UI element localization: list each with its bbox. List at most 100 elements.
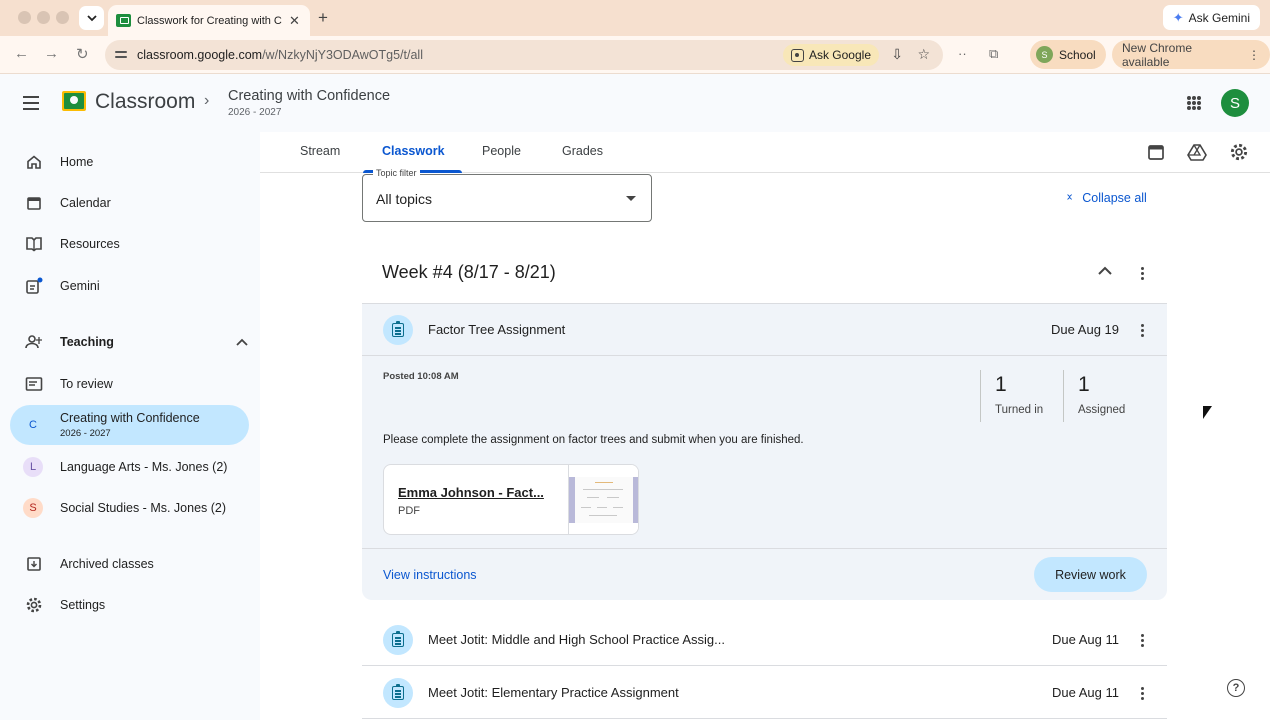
assignment-due: Due Aug 11 — [1052, 632, 1119, 647]
class-avatar: L — [23, 457, 43, 477]
main-menu-icon[interactable] — [23, 96, 39, 114]
chrome-update-button[interactable]: New Chrome available ⋮ — [1112, 40, 1270, 69]
class-section: 2026 - 2027 — [228, 107, 282, 118]
classroom-logo-icon[interactable] — [62, 91, 86, 111]
reload-icon[interactable]: ↻ — [76, 45, 89, 63]
classwork-main: Topic filter All topics ⌄ ⌃ Collapse all … — [260, 168, 1270, 720]
sidebar-item-home[interactable]: Home — [10, 142, 249, 182]
install-app-icon[interactable]: ⇩ — [891, 46, 903, 63]
sidebar-class-social-studies[interactable]: S Social Studies - Ms. Jones (2) — [10, 488, 249, 528]
browser-tab-strip: Classwork for Creating with C ✕ + ✦ Ask … — [0, 0, 1270, 36]
tab-grades[interactable]: Grades — [562, 144, 603, 158]
divider — [980, 370, 981, 422]
extension-indicator-icon[interactable]: ·· — [958, 46, 967, 61]
sidebar-item-gemini[interactable]: Gemini — [10, 266, 249, 306]
sidebar-item-archived[interactable]: Archived classes — [10, 544, 249, 584]
topic-filter-value: All topics — [376, 191, 433, 207]
bookmark-star-icon[interactable]: ☆ — [917, 46, 930, 63]
view-instructions-link[interactable]: View instructions — [383, 568, 477, 582]
assignment-more-icon[interactable] — [1141, 634, 1145, 649]
site-settings-icon[interactable] — [115, 49, 129, 61]
topic-filter-label: Topic filter — [373, 168, 420, 178]
more-vert-icon: ⋮ — [1248, 47, 1260, 62]
brand-name[interactable]: Classroom — [95, 90, 195, 114]
chevron-up-icon[interactable] — [1098, 262, 1112, 280]
gear-icon — [25, 596, 43, 614]
sidebar-item-label: Resources — [60, 237, 120, 251]
turned-in-count[interactable]: 1 — [995, 373, 1007, 397]
sidebar-class-sub: 2026 - 2027 — [60, 428, 111, 439]
collapse-icon: ⌄ ⌃ — [1065, 188, 1075, 208]
chevron-up-icon[interactable] — [236, 335, 248, 349]
assignment-more-icon[interactable] — [1141, 324, 1145, 339]
sidebar-item-label: Gemini — [60, 279, 100, 293]
back-arrow-icon[interactable]: ← — [14, 45, 29, 62]
google-calendar-icon[interactable] — [1147, 143, 1165, 166]
topic-more-icon[interactable] — [1141, 267, 1145, 282]
list-item[interactable]: Meet Jotit: Elementary Practice Assignme… — [362, 667, 1167, 719]
collapse-all-button[interactable]: ⌄ ⌃ Collapse all — [1065, 188, 1147, 208]
classroom-favicon-icon — [116, 14, 131, 27]
url-domain: classroom.google.com — [137, 48, 263, 62]
topic-filter-select[interactable]: Topic filter All topics — [362, 168, 652, 222]
topic-title: Week #4 (8/17 - 8/21) — [382, 262, 556, 282]
review-work-button[interactable]: Review work — [1034, 557, 1147, 592]
sidebar-class-creating-with-confidence[interactable]: C Creating with Confidence 2026 - 2027 — [10, 405, 249, 445]
turned-in-label[interactable]: Turned in — [995, 404, 1043, 416]
attachment-card[interactable]: Emma Johnson - Fact... PDF — [383, 464, 639, 535]
sidebar-class-label: Creating with Confidence — [60, 411, 200, 425]
window-close-button[interactable] — [18, 11, 31, 24]
sidebar-item-to-review[interactable]: To review — [10, 364, 249, 404]
url-text[interactable]: classroom.google.com/w/NzkyNjY3ODAwOTg5/… — [137, 48, 423, 62]
calendar-icon — [25, 194, 43, 212]
tab-search-button[interactable] — [79, 6, 104, 30]
window-zoom-button[interactable] — [56, 11, 69, 24]
new-tab-button[interactable]: + — [318, 8, 328, 28]
assignment-title[interactable]: Meet Jotit: Elementary Practice Assignme… — [428, 685, 679, 700]
google-drive-icon[interactable] — [1187, 143, 1207, 166]
list-item[interactable]: Meet Jotit: Middle and High School Pract… — [362, 614, 1167, 666]
assignment-title[interactable]: Factor Tree Assignment — [428, 322, 565, 337]
assignment-header-row[interactable]: Factor Tree Assignment Due Aug 19 — [362, 304, 1167, 356]
extensions-puzzle-icon[interactable]: ⧉ — [989, 46, 998, 62]
class-settings-gear-icon[interactable] — [1229, 142, 1249, 167]
ask-gemini-button[interactable]: ✦ Ask Gemini — [1162, 5, 1260, 30]
forward-arrow-icon[interactable]: → — [44, 45, 59, 62]
to-review-icon — [25, 375, 43, 393]
attachment-thumbnail[interactable] — [568, 465, 638, 534]
teaching-people-icon — [25, 333, 43, 351]
address-bar[interactable]: classroom.google.com/w/NzkyNjY3ODAwOTg5/… — [105, 40, 943, 70]
help-icon[interactable]: ? — [1227, 679, 1245, 697]
browser-tab-title: Classwork for Creating with C — [137, 14, 282, 27]
assignment-more-icon[interactable] — [1141, 687, 1145, 702]
ask-gemini-label: Ask Gemini — [1188, 10, 1250, 25]
account-avatar[interactable]: S — [1221, 89, 1249, 117]
assigned-label[interactable]: Assigned — [1078, 404, 1125, 416]
google-apps-icon[interactable] — [1187, 96, 1201, 110]
attachment-type: PDF — [398, 505, 420, 517]
window-minimize-button[interactable] — [37, 11, 50, 24]
assignment-title[interactable]: Meet Jotit: Middle and High School Pract… — [428, 632, 725, 647]
sidebar-class-language-arts[interactable]: L Language Arts - Ms. Jones (2) — [10, 447, 249, 487]
attachment-name[interactable]: Emma Johnson - Fact... — [398, 485, 544, 500]
close-tab-icon[interactable]: ✕ — [289, 13, 300, 29]
tab-classwork[interactable]: Classwork — [382, 144, 445, 158]
profile-button[interactable]: S School — [1030, 40, 1106, 69]
chevron-down-icon — [86, 14, 97, 21]
assignment-clipboard-icon — [383, 678, 413, 708]
assigned-count[interactable]: 1 — [1078, 373, 1090, 397]
sidebar-item-label: Archived classes — [60, 557, 154, 571]
sidebar-section-teaching[interactable]: Teaching — [10, 322, 249, 362]
browser-tab[interactable]: Classwork for Creating with C ✕ — [108, 5, 310, 36]
ask-google-button[interactable]: Ask Google — [782, 44, 879, 66]
sidebar-item-settings[interactable]: Settings — [10, 585, 249, 625]
class-title[interactable]: Creating with Confidence — [228, 88, 390, 104]
dropdown-caret-icon — [626, 196, 636, 201]
tab-stream[interactable]: Stream — [300, 144, 340, 158]
assignment-clipboard-icon — [383, 625, 413, 655]
gemini-spark-icon — [25, 277, 43, 295]
sidebar: Home Calendar Resources Gemini Teaching … — [0, 132, 260, 720]
sidebar-item-resources[interactable]: Resources — [10, 224, 249, 264]
sidebar-item-calendar[interactable]: Calendar — [10, 183, 249, 223]
tab-people[interactable]: People — [482, 144, 521, 158]
